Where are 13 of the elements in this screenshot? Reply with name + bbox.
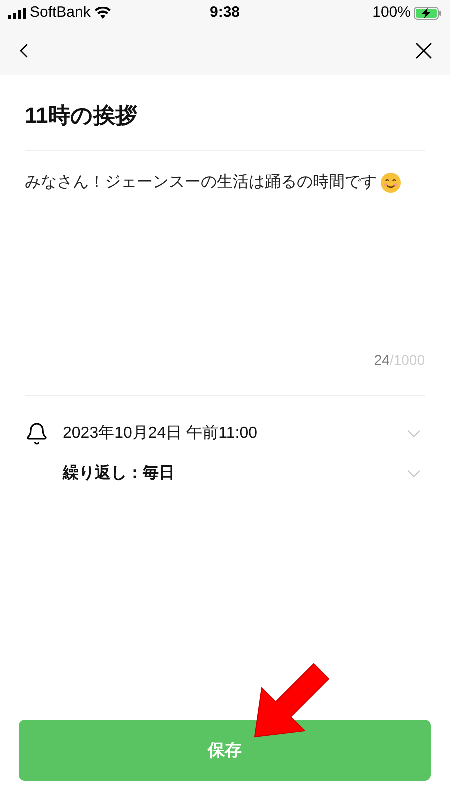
reminder-title: 11時の挨拶 — [25, 102, 138, 130]
smiley-icon — [380, 172, 402, 194]
message-text[interactable]: みなさん！ジェーンスーの生活は踊るの時間です — [25, 171, 377, 195]
repeat-setting[interactable]: 繰り返し：毎日 — [63, 462, 403, 486]
wifi-icon — [94, 7, 111, 19]
signal-icon — [8, 8, 26, 18]
character-count: 24 — [374, 351, 390, 370]
bell-icon — [25, 422, 49, 446]
reminder-datetime[interactable]: 2023年10月24日 午前11:00 — [63, 422, 403, 446]
battery-percent: 100% — [372, 2, 411, 23]
carrier-name: SoftBank — [30, 2, 91, 23]
battery-charging-icon — [414, 6, 442, 20]
clock-time: 9:38 — [210, 2, 240, 23]
